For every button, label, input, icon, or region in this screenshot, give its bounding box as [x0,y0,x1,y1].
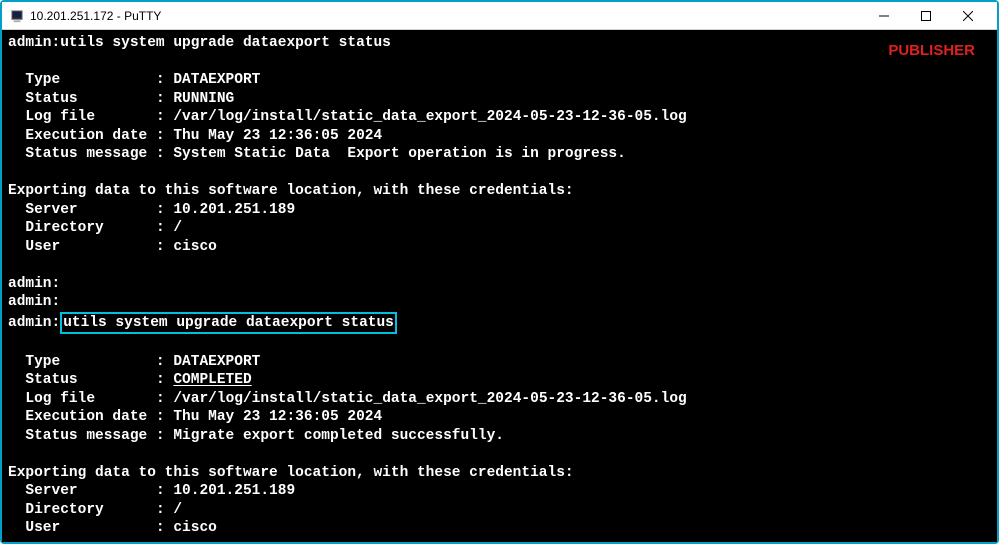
output-line: Execution date : Thu May 23 12:36:05 202… [8,127,991,146]
blank-line [8,538,991,543]
terminal-area[interactable]: PUBLISHER admin:utils system upgrade dat… [2,30,997,542]
output-line: Log file : /var/log/install/static_data_… [8,390,991,409]
status-completed: COMPLETED [173,372,251,388]
output-line: Execution date : Thu May 23 12:36:05 202… [8,408,991,427]
minimize-button[interactable] [863,3,905,29]
output-line: Status message : Migrate export complete… [8,427,991,446]
prompt-line: admin: [8,275,991,294]
output-line: Type : DATAEXPORT [8,71,991,90]
blank-line [8,164,991,183]
blank-line [8,256,991,275]
maximize-button[interactable] [905,3,947,29]
highlighted-command: utils system upgrade dataexport status [60,312,397,335]
blank-line [8,53,991,72]
output-line: Type : DATAEXPORT [8,353,991,372]
prompt-line: admin:utils system upgrade dataexport st… [8,34,991,53]
putty-icon [10,9,24,23]
output-line: Status : COMPLETED [8,371,991,390]
titlebar: 10.201.251.172 - PuTTY [2,2,997,30]
blank-line [8,334,991,353]
output-line: Status message : System Static Data Expo… [8,145,991,164]
output-line: User : cisco [8,519,991,538]
output-line: Server : 10.201.251.189 [8,482,991,501]
output-line: Exporting data to this software location… [8,464,991,483]
output-line: Directory : / [8,219,991,238]
publisher-label: PUBLISHER [888,42,975,61]
output-line: Directory : / [8,501,991,520]
output-line: Status : RUNNING [8,90,991,109]
output-line: User : cisco [8,238,991,257]
output-line: Exporting data to this software location… [8,182,991,201]
window-title: 10.201.251.172 - PuTTY [30,9,863,23]
prompt-line: admin:utils system upgrade dataexport st… [8,312,991,335]
output-line: Log file : /var/log/install/static_data_… [8,108,991,127]
close-button[interactable] [947,3,989,29]
blank-line [8,445,991,464]
output-line: Server : 10.201.251.189 [8,201,991,220]
window-controls [863,3,989,29]
prompt-line: admin: [8,293,991,312]
